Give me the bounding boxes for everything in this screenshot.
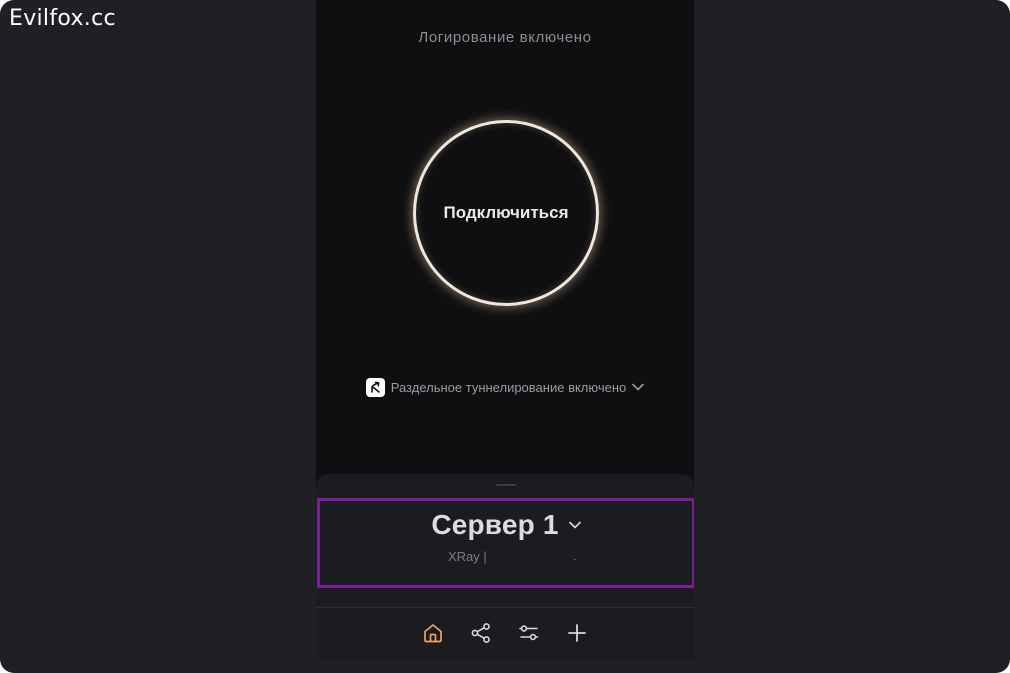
- watermark-text: Evilfox.cc: [9, 6, 116, 31]
- server-address-redacted: [574, 559, 576, 560]
- connect-button-label: Подключиться: [443, 203, 569, 222]
- chevron-down-icon: [632, 378, 645, 396]
- sliders-icon: [519, 625, 539, 641]
- plus-icon: [568, 624, 586, 642]
- phone-screen: Логирование включено Подключиться Раздел…: [316, 0, 694, 658]
- sheet-drag-handle[interactable]: [496, 484, 516, 486]
- tab-bar: [316, 608, 694, 658]
- connect-button[interactable]: Подключиться: [413, 120, 599, 306]
- server-chevron-down-icon: [568, 516, 581, 534]
- app-window: Evilfox.cc Логирование включено Подключи…: [0, 0, 1010, 673]
- split-arrow-icon: [365, 377, 385, 397]
- tab-add[interactable]: [565, 621, 589, 645]
- server-protocol: XRay |: [448, 549, 487, 564]
- logging-status: Логирование включено: [418, 29, 592, 46]
- tab-settings[interactable]: [517, 621, 541, 645]
- bottom-sheet: Сервер 1 XRay |: [316, 474, 694, 658]
- tab-home[interactable]: [421, 621, 445, 645]
- split-tunneling-label: Раздельное туннелирование включено: [390, 379, 627, 395]
- server-selector[interactable]: Сервер 1 XRay |: [317, 498, 694, 588]
- share-icon: [471, 623, 490, 643]
- home-icon: [424, 624, 442, 643]
- tab-share[interactable]: [469, 621, 493, 645]
- server-name: Сервер 1: [431, 509, 559, 540]
- split-tunneling-toggle[interactable]: Раздельное туннелирование включено: [316, 376, 694, 398]
